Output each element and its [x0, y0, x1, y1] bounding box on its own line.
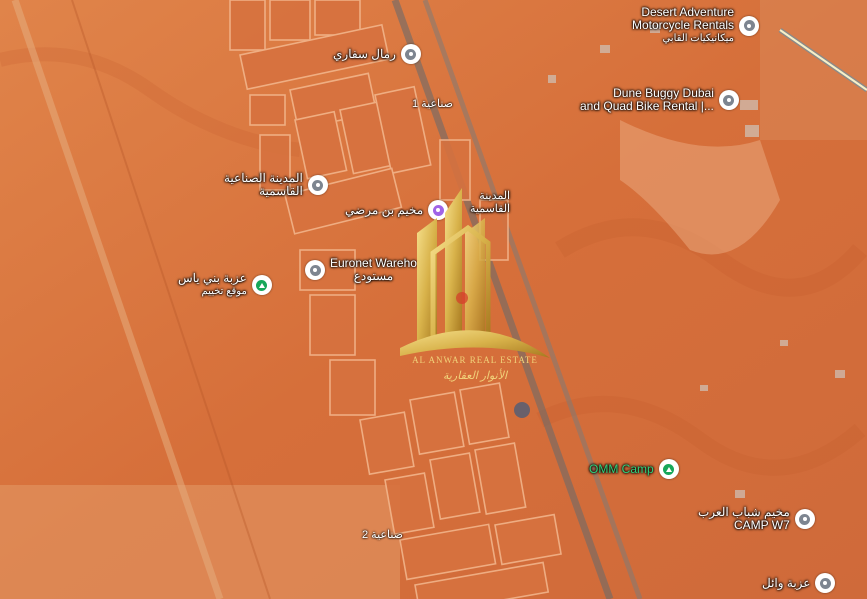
road-label-industrial-1: صناعية 1: [412, 98, 453, 110]
poi-omm-camp[interactable]: OMM Camp: [589, 459, 679, 479]
poi-label-line: القاسمية: [259, 184, 303, 198]
poi-qasimia-industrial-city[interactable]: المدينة الصناعية القاسمية: [224, 172, 328, 198]
pin-icon[interactable]: [305, 260, 325, 280]
poi-label-line: Motorcycle Rentals: [632, 18, 735, 32]
campsite-icon[interactable]: [251, 275, 272, 295]
poi-label: OMM Camp: [589, 461, 654, 476]
pin-icon[interactable]: [794, 509, 815, 529]
logo-text-arabic: الأنوار العقارية: [442, 370, 508, 382]
poi-label-line: and Quad Bike Rental |...: [580, 99, 714, 113]
poi-label: رمال سفاري: [333, 46, 396, 61]
poi-dune-buggy-dubai[interactable]: Dune Buggy Dubai and Quad Bike Rental |.…: [580, 87, 739, 113]
pin-icon[interactable]: [815, 573, 836, 593]
road-label-industrial-2: صناعية 2: [362, 529, 403, 541]
poi-bani-yas-farm[interactable]: عزبة بني ياس موقع تخييم: [178, 272, 272, 298]
satellite-map[interactable]: صناعية 1 صناعية 2 Desert Adventure Motor…: [0, 0, 867, 599]
poi-rimal-safari[interactable]: رمال سفاري: [333, 44, 421, 64]
poi-label-line: موقع تخييم: [201, 286, 247, 297]
poi-label-line: CAMP W7: [733, 518, 790, 532]
poi-wael-farm[interactable]: عزبة وائل: [762, 573, 836, 593]
poi-label-line: عزبة بني ياس: [178, 271, 247, 285]
pin-icon[interactable]: [307, 175, 328, 195]
campsite-icon[interactable]: [658, 459, 679, 479]
poi-label-line: ميكانيكيات القابي: [662, 33, 735, 44]
pin-icon[interactable]: [718, 90, 739, 110]
poi-label: عزبة وائل: [762, 575, 811, 590]
poi-desert-adventure[interactable]: Desert Adventure Motorcycle Rentals ميكا…: [632, 6, 760, 45]
pin-icon[interactable]: [400, 44, 421, 64]
logo-text: AL ANWAR REAL ESTATE: [412, 355, 538, 365]
poi-camp-w7[interactable]: مخيم شباب العرب CAMP W7: [698, 506, 815, 532]
pin-icon[interactable]: [739, 15, 760, 36]
